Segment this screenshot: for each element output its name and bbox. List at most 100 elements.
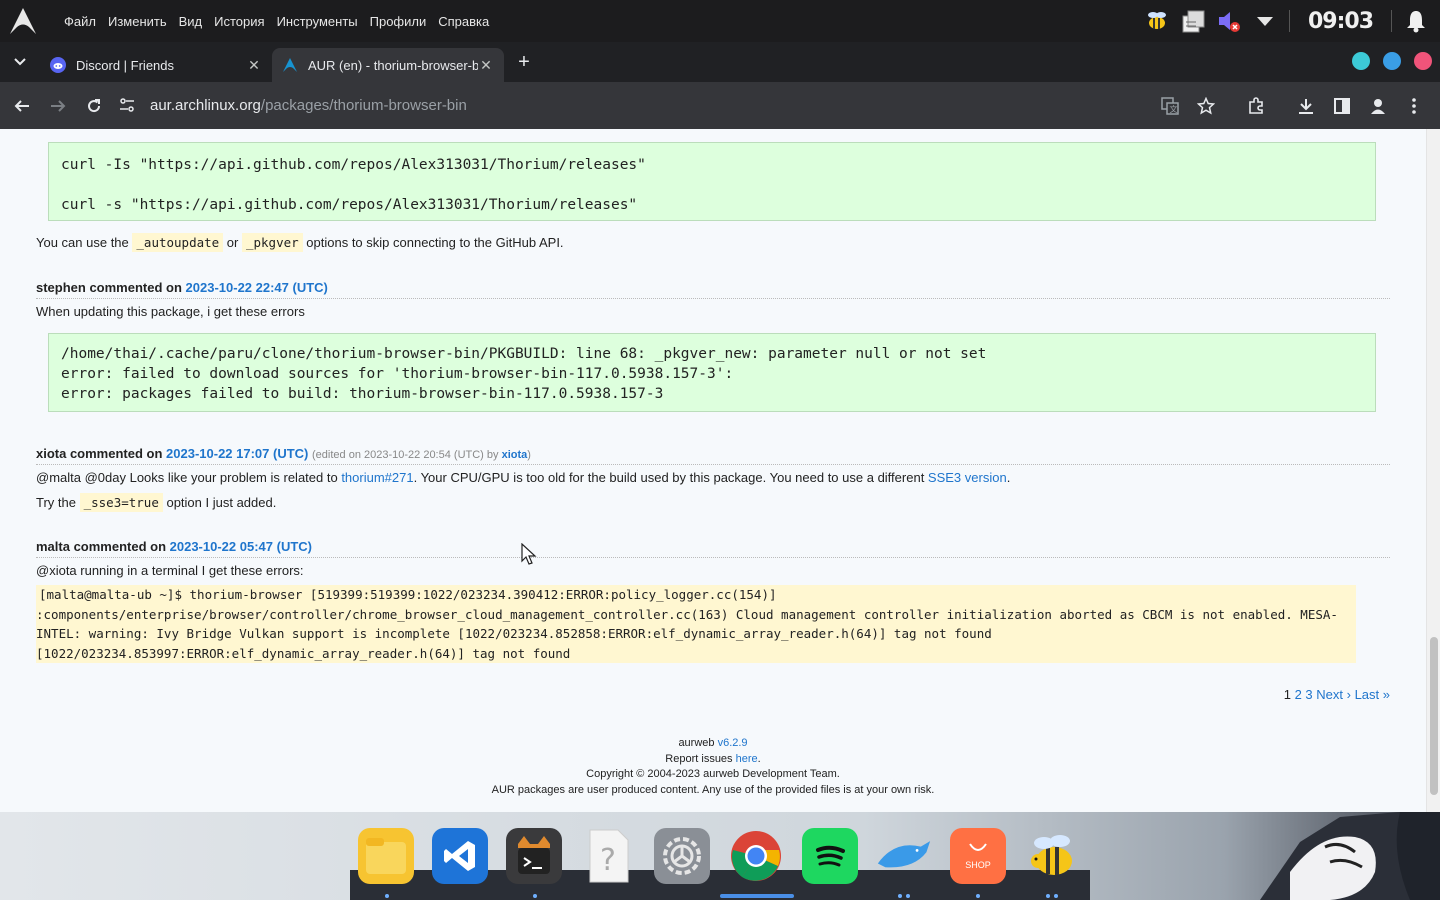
- aurweb-version-link[interactable]: v6.2.9: [718, 737, 748, 749]
- code-block: /home/thai/.cache/paru/clone/thorium-bro…: [48, 333, 1376, 412]
- arch-logo-icon[interactable]: [0, 0, 46, 42]
- terminal-app-icon[interactable]: [506, 828, 562, 884]
- side-panel-icon: [1334, 98, 1350, 114]
- menu-file[interactable]: Файл: [58, 14, 102, 29]
- dropdown-triangle-icon[interactable]: [1251, 7, 1279, 35]
- dolphin-app-icon[interactable]: [876, 828, 932, 884]
- arch-favicon-icon: [283, 58, 297, 72]
- menu-profiles[interactable]: Профили: [364, 14, 433, 29]
- close-window-button[interactable]: [1414, 52, 1432, 70]
- text: options to skip connecting to the GitHub…: [302, 235, 564, 250]
- tab-close-button[interactable]: ✕: [246, 57, 262, 74]
- wallpaper-anime-art: [1260, 812, 1440, 900]
- translate-button[interactable]: 文: [1152, 88, 1188, 124]
- clipboard-icon[interactable]: [1179, 7, 1207, 35]
- profile-button[interactable]: [1360, 88, 1396, 124]
- site-settings-icon[interactable]: [118, 97, 136, 113]
- code-text: INTEL: warning: Ivy Bridge Vulkan suppor…: [36, 626, 992, 641]
- url-bar[interactable]: aur.archlinux.org/packages/thorium-brows…: [118, 88, 1198, 122]
- page-2-link[interactable]: 2: [1295, 687, 1302, 702]
- dock-indicator: [1054, 894, 1058, 898]
- forward-button[interactable]: [40, 88, 76, 124]
- menu-history[interactable]: История: [208, 14, 270, 29]
- chrome-app-icon[interactable]: [728, 828, 784, 884]
- issue-link[interactable]: thorium#271: [341, 470, 413, 485]
- comment-date-link[interactable]: 2023-10-22 05:47 (UTC): [170, 539, 312, 554]
- star-icon: [1197, 97, 1215, 115]
- code-line: INTEL: warning: Ivy Bridge Vulkan suppor…: [36, 624, 1356, 644]
- dock-indicator: [906, 894, 910, 898]
- window-controls: [1352, 52, 1432, 70]
- text: Try the: [36, 495, 80, 510]
- minimize-button[interactable]: [1352, 52, 1370, 70]
- dock-indicator: [898, 894, 902, 898]
- code-block: curl -Is "https://api.github.com/repos/A…: [48, 142, 1376, 221]
- code-line: :components/enterprise/browser/controlle…: [36, 605, 1356, 625]
- footer-text: .: [757, 752, 761, 765]
- code-line: curl -s "https://api.github.com/repos/Al…: [61, 197, 638, 213]
- menu-edit[interactable]: Изменить: [102, 14, 173, 29]
- inline-code: _sse3=true: [79, 493, 163, 512]
- back-button[interactable]: [4, 88, 40, 124]
- code-line: curl -Is "https://api.github.com/repos/A…: [61, 157, 646, 173]
- reload-button[interactable]: [76, 88, 112, 124]
- bookmark-button[interactable]: [1188, 88, 1224, 124]
- maximize-button[interactable]: [1383, 52, 1401, 70]
- side-panel-button[interactable]: [1324, 88, 1360, 124]
- bell-icon[interactable]: [1402, 7, 1430, 35]
- text: option I just added.: [162, 495, 277, 510]
- footer-text: aurweb: [678, 737, 718, 749]
- settings-app-icon[interactable]: [654, 828, 710, 884]
- dock-icons: ? SHOP: [358, 828, 1080, 884]
- menu-button[interactable]: [1396, 88, 1432, 124]
- tab-aur[interactable]: AUR (en) - thorium-browser-bin ✕: [272, 48, 504, 82]
- page-current: 1: [1283, 687, 1291, 702]
- comment-date-link[interactable]: 2023-10-22 17:07 (UTC): [166, 446, 308, 461]
- sse3-version-link[interactable]: SSE3 version: [928, 470, 1007, 485]
- page-3-link[interactable]: 3: [1305, 687, 1312, 702]
- discord-icon: [50, 57, 66, 73]
- next-page-link[interactable]: Next ›: [1316, 687, 1351, 702]
- download-icon: [1299, 99, 1313, 114]
- code-line: [1022/023234.853997:ERROR:elf_dynamic_ar…: [36, 644, 1356, 664]
- vscode-app-icon[interactable]: [432, 828, 488, 884]
- inline-code: _pkgver: [241, 233, 303, 252]
- shop-app-icon[interactable]: SHOP: [950, 828, 1006, 884]
- comment-text: Try the _sse3=true option I just added.: [36, 493, 277, 512]
- menu-help[interactable]: Справка: [432, 14, 495, 29]
- page-scrollbar[interactable]: [1426, 129, 1440, 812]
- web-page: curl -Is "https://api.github.com/repos/A…: [0, 129, 1440, 812]
- tab-close-button[interactable]: ✕: [478, 57, 494, 74]
- menu-tools[interactable]: Инструменты: [271, 14, 364, 29]
- spotify-app-icon[interactable]: [802, 828, 858, 884]
- desktop-dock-area: ? SHOP: [0, 812, 1440, 900]
- comment-paragraph: You can use the _autoupdate or _pkgver o…: [36, 233, 564, 252]
- files-app-icon[interactable]: [358, 828, 414, 884]
- tab-search-dropdown[interactable]: [6, 48, 34, 76]
- bee-icon[interactable]: [1143, 7, 1171, 35]
- comment-text: When updating this package, i get these …: [36, 304, 305, 319]
- menu-view[interactable]: Вид: [173, 14, 209, 29]
- scrollbar-thumb[interactable]: [1430, 637, 1438, 795]
- unknown-app-icon[interactable]: ?: [580, 828, 636, 884]
- edited-by-link[interactable]: xiota: [502, 449, 528, 461]
- comment-date-link[interactable]: 2023-10-22 22:47 (UTC): [186, 280, 328, 295]
- new-tab-button[interactable]: +: [510, 48, 538, 76]
- extensions-button[interactable]: [1238, 88, 1274, 124]
- clock[interactable]: 09:03: [1308, 9, 1374, 34]
- downloads-button[interactable]: [1288, 88, 1324, 124]
- svg-text:文: 文: [1170, 104, 1178, 114]
- bee-app-icon[interactable]: [1024, 828, 1080, 884]
- svg-text:?: ?: [600, 843, 616, 878]
- comment-author: xiota commented on: [36, 446, 167, 461]
- text: . Your CPU/GPU is too old for the build …: [413, 470, 928, 485]
- system-tray: 09:03: [1139, 0, 1440, 42]
- comment-header: xiota commented on 2023-10-22 17:07 (UTC…: [36, 446, 1390, 465]
- volume-muted-icon[interactable]: [1215, 7, 1243, 35]
- last-page-link[interactable]: Last »: [1355, 687, 1390, 702]
- tab-discord[interactable]: Discord | Friends ✕: [40, 48, 272, 82]
- edited-text: ): [527, 449, 531, 461]
- tray-separator: [1288, 10, 1290, 32]
- comment-header: malta commented on 2023-10-22 05:47 (UTC…: [36, 539, 1390, 558]
- report-issues-link[interactable]: here: [736, 753, 758, 765]
